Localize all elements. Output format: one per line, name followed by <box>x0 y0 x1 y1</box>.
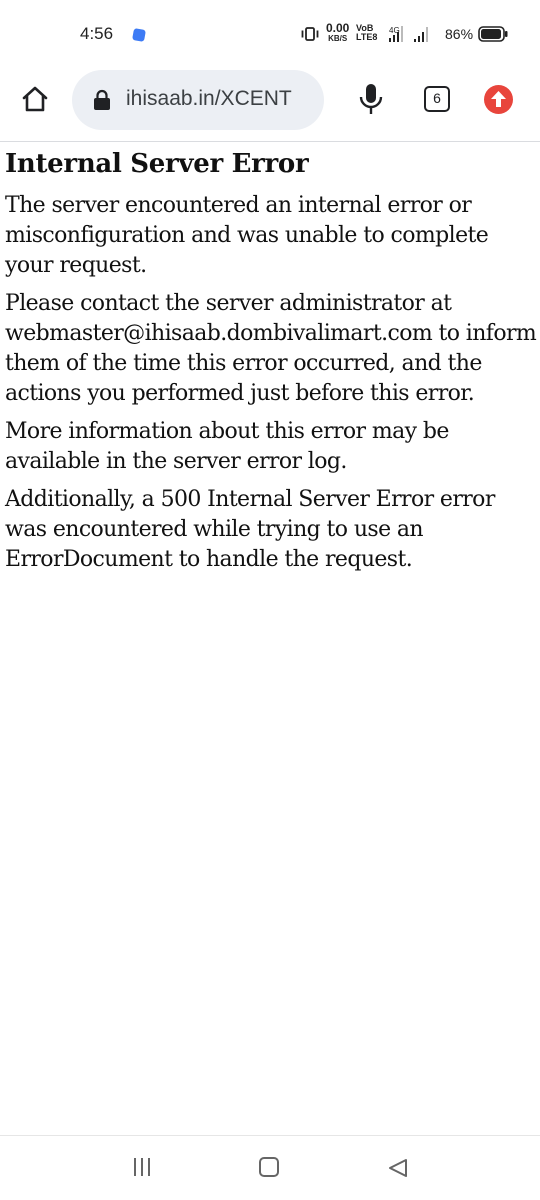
status-time: 4:56 <box>80 24 114 43</box>
signal-icon: 4G <box>389 26 428 42</box>
tab-switcher-button[interactable]: 6 <box>424 86 450 112</box>
url-text[interactable]: ihisaab.in/XCENT <box>126 87 292 111</box>
navigation-bar <box>0 1135 540 1200</box>
battery-percent: 86% <box>445 26 474 42</box>
page-content: Internal Server Error The server encount… <box>5 142 540 575</box>
home-icon[interactable] <box>20 84 50 114</box>
recents-icon[interactable] <box>131 1156 153 1178</box>
browser-toolbar: ihisaab.in/XCENT 6 <box>0 62 540 142</box>
notification-icon <box>132 28 146 42</box>
update-icon <box>491 91 506 107</box>
back-icon[interactable] <box>386 1157 410 1179</box>
page-title: Internal Server Error <box>5 149 309 179</box>
lock-icon <box>94 89 110 110</box>
info-paragraph: More information about this error may be… <box>5 419 449 474</box>
error-paragraph: The server encountered an internal error… <box>5 193 489 278</box>
battery-icon <box>478 26 508 42</box>
address-bar[interactable]: ihisaab.in/XCENT <box>72 70 324 130</box>
mic-icon[interactable] <box>356 82 386 118</box>
update-button[interactable] <box>484 85 513 114</box>
vibrate-icon <box>301 27 319 41</box>
home-square-icon[interactable] <box>259 1157 279 1177</box>
additional-paragraph: Additionally, a 500 Internal Server Erro… <box>5 487 495 572</box>
volte-indicator: VoB LTE8 <box>356 24 377 42</box>
status-bar: 4:56 0.00 KB/S VoB LTE8 4G 86% <box>0 0 540 62</box>
net-speed-unit: KB/S <box>328 34 348 43</box>
net-speed-value: 0.00 <box>326 21 350 35</box>
contact-paragraph: Please contact the server administrator … <box>5 291 537 406</box>
net-speed: 0.00 KB/S <box>326 21 350 43</box>
volte-bottom: LTE8 <box>356 32 378 42</box>
